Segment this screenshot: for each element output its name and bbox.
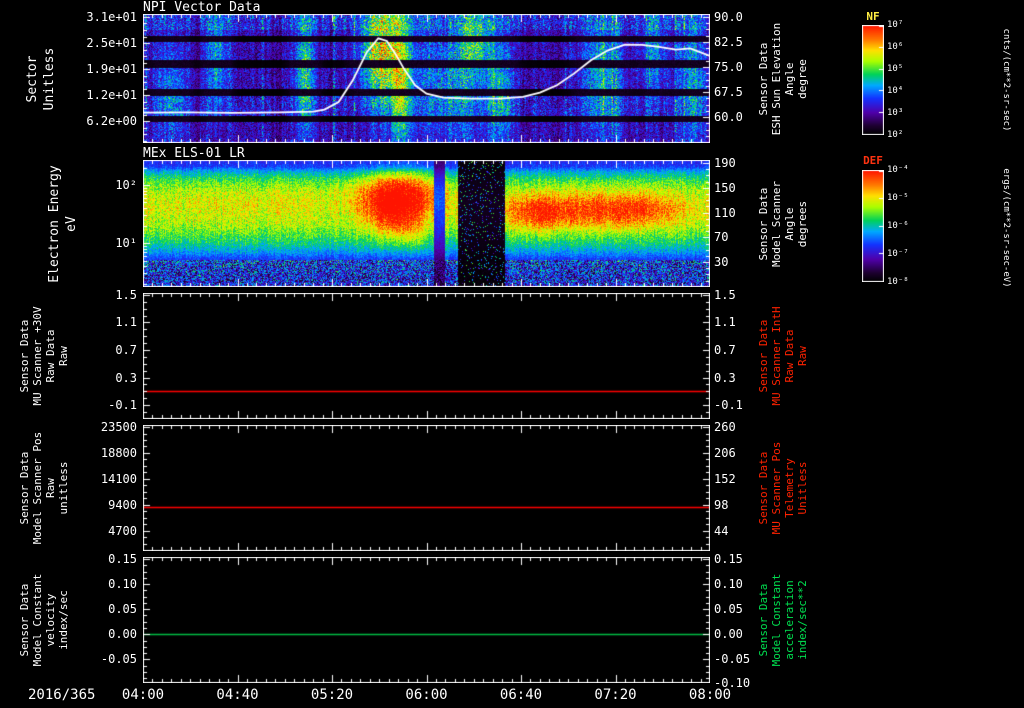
ytick-left-vel: 0.00 — [108, 627, 137, 642]
panel-canvas-scanpos — [143, 425, 710, 551]
colorbar-tick-nf: 10⁶ — [887, 42, 904, 52]
tplot-screen: NPI Vector Data MEx ELS-01 LR 3.1e+01 2.5… — [0, 0, 1024, 708]
ytick-left-npi: 1.2e+01 — [86, 88, 137, 102]
colorbar-unit-nf: cnts/(cm**2-sr-sec) — [1001, 28, 1011, 132]
panel-canvas-vel — [143, 557, 710, 683]
ytick-left-npi: 1.9e+01 — [86, 61, 137, 76]
panel-title-els: MEx ELS-01 LR — [143, 146, 245, 161]
ylabel-right-vel: Sensor Data Model Constant acceleration ind… — [757, 573, 809, 667]
ytick-left-scanpos: 4700 — [108, 523, 137, 538]
ytick-left-scanpos: 18800 — [100, 445, 137, 460]
ytick-left-mu30: 1.5 — [115, 288, 137, 303]
ytick-left-vel: -0.05 — [100, 652, 137, 667]
ytick-left-vel: 0.15 — [108, 552, 137, 567]
ylabel-left-npi: Sector Unitless — [25, 47, 57, 110]
ylabel-right-scanpos: Sensor Data MU Scanner Pos Telemetry Unitle… — [757, 441, 809, 535]
colorbar-tick-nf: 10² — [887, 130, 904, 140]
ylabel-right-els: Sensor Data Model Scanner Angle degrees — [757, 180, 809, 267]
time-label-0400: 04:00 — [121, 687, 165, 703]
ylabel-left-scanpos: Sensor Data Model Scanner Pos Raw unitless — [18, 431, 70, 545]
ytick-left-npi: 2.5e+01 — [86, 36, 137, 51]
ytick-left-npi: 6.2e+00 — [86, 113, 137, 128]
date-label: 2016/365 — [28, 687, 96, 703]
time-label-0720: 07:20 — [594, 687, 637, 703]
ytick-right-npi: 90.0 — [714, 9, 743, 24]
ytick-right-scanpos: 260 — [714, 420, 736, 435]
colorbar-tick-nf: 10⁷ — [887, 20, 904, 30]
ylabel-left-vel: Sensor Data Model Constant velocity index/s… — [18, 573, 70, 667]
ytick-left-vel: 0.10 — [108, 577, 137, 592]
time-label-0640: 06:40 — [499, 687, 543, 703]
ytick-left-scanpos: 23500 — [100, 420, 137, 435]
ytick-left-scanpos: 14100 — [100, 472, 137, 487]
time-label-0800: 08:00 — [688, 687, 732, 703]
ytick-left-npi: 3.1e+01 — [86, 9, 137, 24]
colorbar-tick-nf: 10⁴ — [887, 86, 904, 96]
ylabel-left-mu30: Sensor Data MU Scanner +30V Raw Data Raw — [18, 306, 70, 406]
panel-title-npi: NPI Vector Data — [143, 0, 261, 15]
panel-canvas-mu30 — [143, 293, 710, 419]
panel-canvas-els — [143, 160, 710, 287]
time-label-0520: 05:20 — [310, 687, 354, 703]
ylabel-left-els: Electron Energy eV — [47, 164, 79, 283]
colorbar-unit-def: ergs/(cm**2-sr-sec-eV) — [1001, 168, 1011, 288]
time-label-0600: 06:00 — [405, 687, 448, 703]
time-label-0440: 04:40 — [216, 687, 259, 703]
ytick-left-vel: 0.05 — [108, 602, 137, 617]
ytick-left-mu30: 1.1 — [115, 315, 137, 330]
ytick-left-mu30: 0.7 — [115, 342, 137, 357]
colorbar-tick-nf: 10³ — [887, 108, 904, 118]
colorbar-def — [862, 170, 884, 282]
ytick-right-els: 190 — [714, 156, 736, 171]
panel-canvas-npi — [143, 14, 710, 143]
ytick-left-mu30: -0.1 — [108, 398, 137, 412]
colorbar-tick-def: 10⁻⁶ — [887, 221, 909, 231]
ylabel-right-npi: Sensor Data ESH Sun Elevation Angle degree — [757, 22, 809, 135]
colorbar-tick-def: 10⁻⁵ — [887, 193, 909, 203]
colorbar-nf — [862, 25, 884, 135]
ytick-left-mu30: 0.3 — [115, 370, 137, 385]
colorbar-tick-def: 10⁻⁷ — [887, 249, 909, 259]
colorbar-tick-nf: 10⁵ — [887, 64, 904, 74]
colorbar-tick-def: 10⁻⁸ — [887, 277, 909, 287]
ylabel-right-mu30: Sensor Data MU Scanner IntH Raw Data Raw — [757, 306, 809, 406]
ytick-right-vel: 0.15 — [714, 552, 743, 567]
ytick-right-mu30: 1.5 — [714, 288, 736, 303]
colorbar-tick-def: 10⁻⁴ — [887, 165, 909, 175]
ytick-left-scanpos: 9400 — [108, 498, 137, 512]
